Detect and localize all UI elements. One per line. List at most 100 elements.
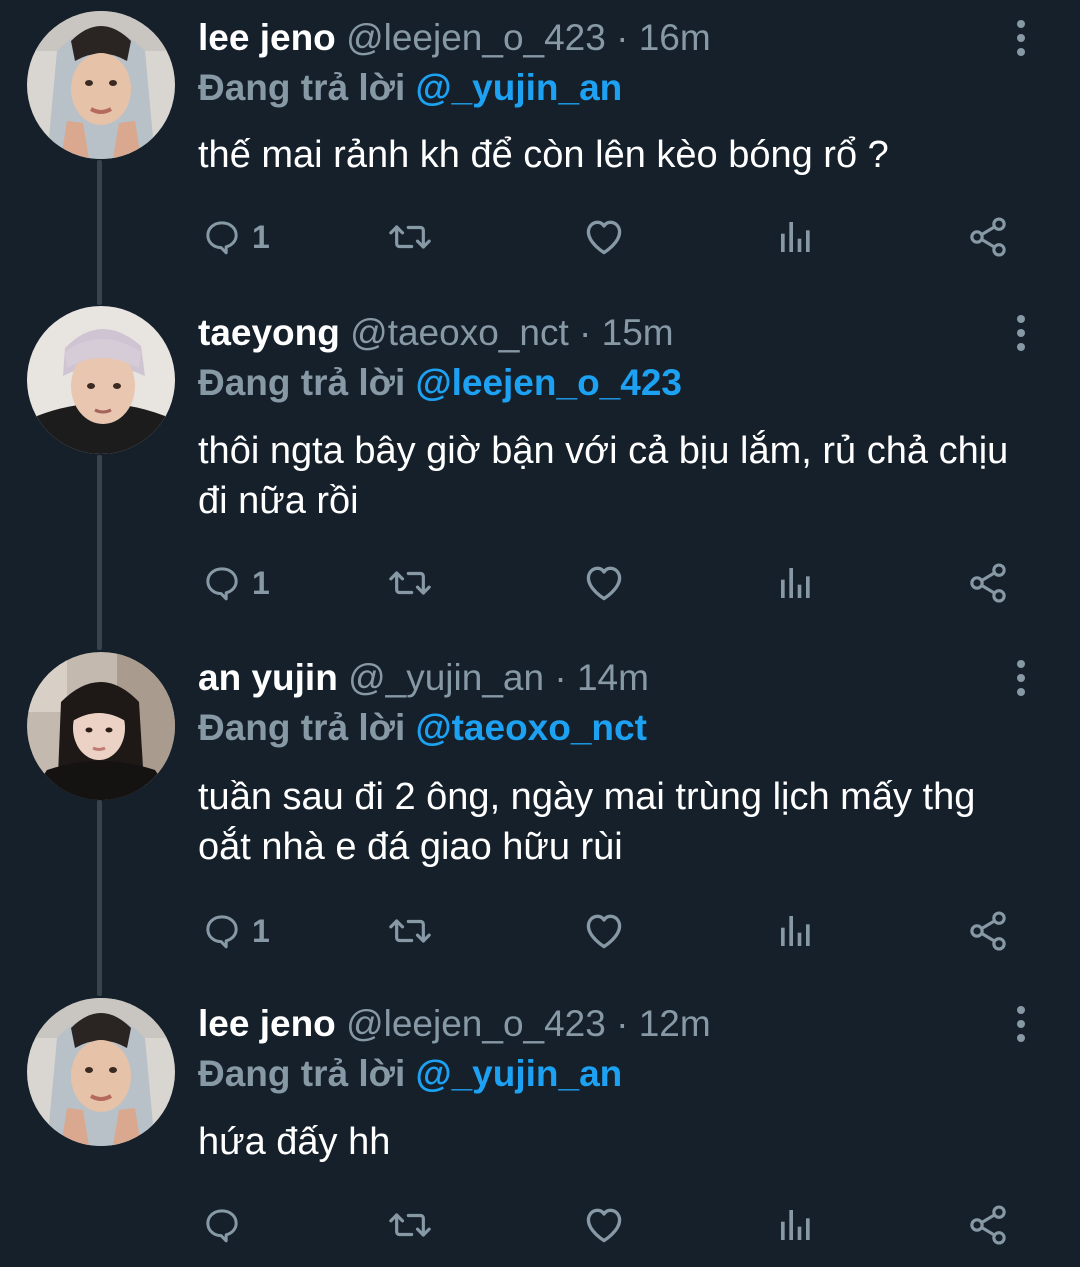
replying-to-label: Đang trả lời (198, 707, 406, 748)
reply-mention-link[interactable]: @leejen_o_423 (416, 362, 682, 403)
timestamp[interactable]: 14m (577, 657, 649, 698)
reply-button[interactable]: 1 (202, 558, 270, 608)
replying-to-label: Đang trả lời (198, 362, 406, 403)
tweet-header: lee jeno @leejen_o_423 · 12m (198, 1000, 990, 1048)
tweet-text: thôi ngta bây giờ bận với cả bịu lắm, rủ… (198, 430, 1009, 522)
reply-thread: lee jeno @leejen_o_423 · 16m Đang trả lờ… (0, 0, 1080, 1267)
retweet-icon (389, 225, 431, 249)
analytics-icon (781, 568, 810, 598)
reply-count: 1 (252, 564, 270, 601)
tweet-text: tuần sau đi 2 ông, ngày mai trùng lịch m… (198, 776, 976, 868)
share-button[interactable] (966, 212, 1010, 262)
separator: · (579, 312, 592, 353)
avatar[interactable] (27, 306, 175, 454)
tweet-header: taeyong @taeoxo_nct · 15m (198, 309, 990, 357)
retweet-button[interactable] (388, 212, 432, 262)
heart-icon (586, 1208, 622, 1243)
tweet[interactable]: taeyong @taeoxo_nct · 15m Đang trả lời @… (0, 300, 1080, 650)
more-options-icon[interactable] (1004, 14, 1038, 62)
user-handle[interactable]: @_yujin_an (348, 657, 544, 698)
retweet-icon (389, 571, 431, 595)
retweet-icon (389, 919, 431, 943)
user-handle[interactable]: @leejen_o_423 (346, 17, 606, 58)
display-name[interactable]: lee jeno (198, 1003, 336, 1044)
avatar-photo-taeyong (27, 306, 175, 454)
heart-icon (586, 566, 622, 601)
tweet-text: thế mai rảnh kh để còn lên kèo bóng rổ ? (198, 134, 889, 176)
more-options-icon[interactable] (1004, 1000, 1038, 1048)
avatar-photo-an-yujin (27, 652, 175, 800)
avatar[interactable] (27, 11, 175, 159)
reply-button[interactable]: 1 (202, 906, 270, 956)
user-handle[interactable]: @taeoxo_nct (350, 312, 569, 353)
timestamp[interactable]: 12m (639, 1003, 711, 1044)
like-button[interactable] (582, 558, 626, 608)
more-options-icon[interactable] (1004, 654, 1038, 702)
reply-icon (206, 915, 238, 949)
replying-to-label: Đang trả lời (198, 1053, 406, 1094)
share-icon (970, 563, 1006, 603)
tweet-actions (198, 1200, 1018, 1250)
display-name[interactable]: taeyong (198, 312, 340, 353)
display-name[interactable]: an yujin (198, 657, 338, 698)
reply-button[interactable]: 1 (202, 212, 270, 262)
tweet-actions: 1 (198, 212, 1018, 262)
replying-to: Đang trả lời @_yujin_an (198, 64, 622, 112)
heart-icon (586, 220, 622, 255)
like-button[interactable] (582, 212, 626, 262)
share-button[interactable] (966, 906, 1010, 956)
replying-to: Đang trả lời @_yujin_an (198, 1050, 622, 1098)
replying-to-label: Đang trả lời (198, 67, 406, 108)
display-name[interactable]: lee jeno (198, 17, 336, 58)
timestamp[interactable]: 16m (639, 17, 711, 58)
tweet-text: hứa đấy hh (198, 1121, 391, 1163)
share-button[interactable] (966, 558, 1010, 608)
tweet-actions: 1 (198, 558, 1018, 608)
tweet-actions: 1 (198, 906, 1018, 956)
reply-mention-link[interactable]: @_yujin_an (416, 1053, 623, 1094)
like-button[interactable] (582, 1200, 626, 1250)
analytics-button[interactable] (776, 558, 816, 608)
reply-button[interactable] (202, 1200, 252, 1250)
tweet-header: an yujin @_yujin_an · 14m (198, 654, 990, 702)
retweet-icon (389, 1213, 431, 1237)
timestamp[interactable]: 15m (602, 312, 674, 353)
more-options-icon[interactable] (1004, 309, 1038, 357)
reply-icon (206, 221, 238, 255)
tweet-header: lee jeno @leejen_o_423 · 16m (198, 14, 990, 62)
separator: · (616, 17, 629, 58)
retweet-button[interactable] (388, 558, 432, 608)
reply-icon (206, 1209, 238, 1243)
analytics-icon (781, 222, 810, 252)
analytics-icon (781, 916, 810, 946)
analytics-icon (781, 1210, 810, 1240)
reply-mention-link[interactable]: @taeoxo_nct (416, 707, 647, 748)
replying-to: Đang trả lời @taeoxo_nct (198, 704, 647, 752)
avatar-photo-lee-jeno (27, 998, 175, 1146)
analytics-button[interactable] (776, 212, 816, 262)
analytics-button[interactable] (776, 906, 816, 956)
share-icon (970, 1205, 1006, 1245)
replying-to: Đang trả lời @leejen_o_423 (198, 359, 682, 407)
avatar[interactable] (27, 652, 175, 800)
separator: · (616, 1003, 629, 1044)
share-button[interactable] (966, 1200, 1010, 1250)
reply-count: 1 (252, 218, 270, 255)
separator: · (554, 657, 567, 698)
tweet[interactable]: an yujin @_yujin_an · 14m Đang trả lời @… (0, 650, 1080, 995)
avatar-photo-lee-jeno (27, 11, 175, 159)
tweet[interactable]: lee jeno @leejen_o_423 · 16m Đang trả lờ… (0, 0, 1080, 300)
like-button[interactable] (582, 906, 626, 956)
share-icon (970, 911, 1006, 951)
reply-mention-link[interactable]: @_yujin_an (416, 67, 623, 108)
reply-count: 1 (252, 912, 270, 949)
retweet-button[interactable] (388, 906, 432, 956)
user-handle[interactable]: @leejen_o_423 (346, 1003, 606, 1044)
heart-icon (586, 914, 622, 949)
retweet-button[interactable] (388, 1200, 432, 1250)
avatar[interactable] (27, 998, 175, 1146)
share-icon (970, 217, 1006, 257)
tweet[interactable]: lee jeno @leejen_o_423 · 12m Đang trả lờ… (0, 995, 1080, 1267)
reply-icon (206, 567, 238, 601)
analytics-button[interactable] (776, 1200, 816, 1250)
